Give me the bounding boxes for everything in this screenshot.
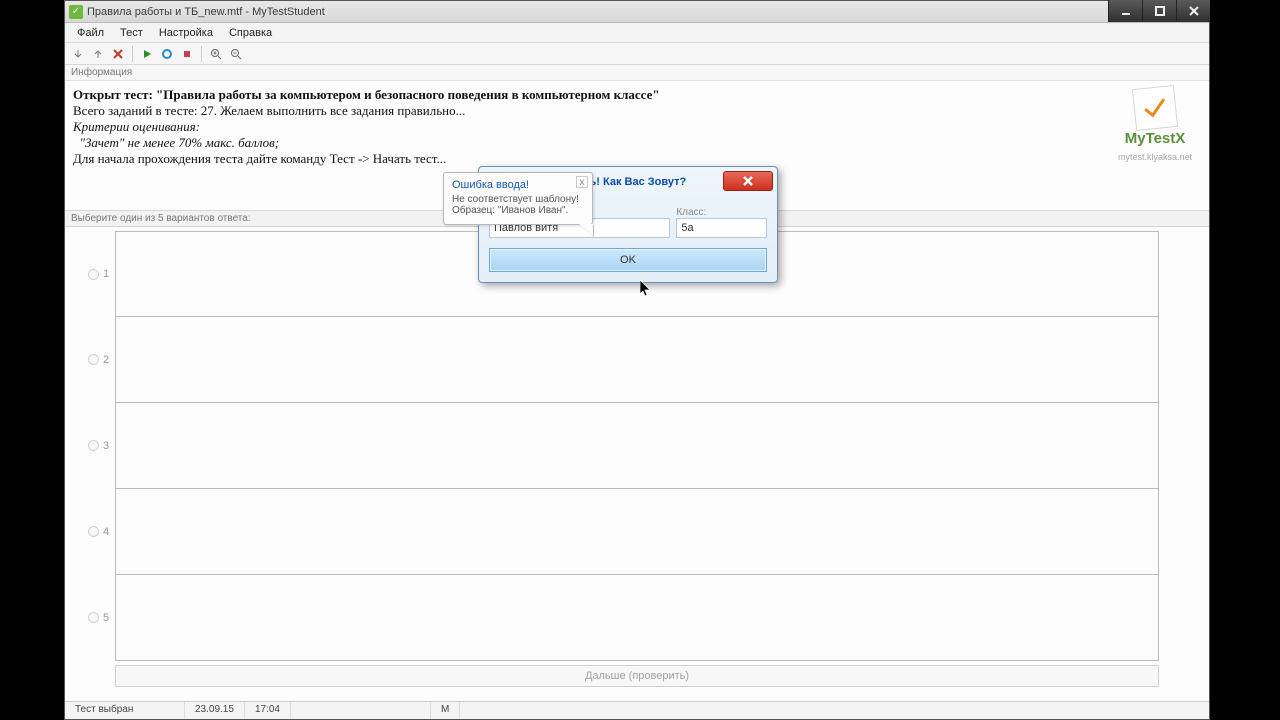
test-count-line: Всего заданий в тесте: 27. Желаем выполн… — [73, 103, 1201, 119]
class-label: Класс: — [676, 207, 767, 218]
maximize-button[interactable] — [1142, 0, 1176, 22]
answer-option[interactable]: 2 — [115, 317, 1159, 403]
criteria-label: Критерии оценивания: — [73, 119, 1201, 135]
answer-option[interactable]: 3 — [115, 403, 1159, 489]
answer-radio[interactable]: 4 — [88, 526, 109, 538]
answer-option[interactable]: 5 — [115, 575, 1159, 661]
status-empty2 — [460, 702, 1209, 719]
toolbar-separator — [201, 46, 202, 62]
logo-text: MyTestX — [1107, 131, 1203, 147]
toolbar-separator — [132, 46, 133, 62]
tooltip-close-button[interactable]: x — [576, 176, 588, 188]
answer-number: 3 — [103, 440, 109, 452]
toolbar — [65, 43, 1209, 65]
info-tab: Информация — [65, 65, 1209, 81]
tooltip-line1: Не соответствует шаблону! — [452, 194, 584, 205]
answer-radio[interactable]: 2 — [88, 354, 109, 366]
window-controls — [1108, 0, 1210, 22]
answer-number: 1 — [103, 268, 109, 280]
menu-settings[interactable]: Настройка — [151, 25, 221, 41]
answer-prompt: Выберите один из 5 вариантов ответа: — [71, 213, 251, 224]
answers-list: 1 2 3 4 5 — [65, 231, 1209, 661]
test-title: Открыт тест: "Правила работы за компьюте… — [73, 87, 1201, 103]
answer-radio[interactable]: 3 — [88, 440, 109, 452]
status-state: Тест выбран — [65, 702, 185, 719]
answer-radio[interactable]: 1 — [88, 268, 109, 280]
toolbar-zoom-in-icon[interactable] — [207, 45, 225, 63]
toolbar-up-icon[interactable] — [89, 45, 107, 63]
tooltip-line2: Образец: "Иванов Иван". — [452, 205, 584, 216]
info-tab-label: Информация — [71, 67, 132, 78]
toolbar-record-icon[interactable] — [158, 45, 176, 63]
toolbar-delete-icon[interactable] — [109, 45, 127, 63]
start-hint: Для начала прохождения теста дайте коман… — [73, 151, 1201, 167]
logo-sub: mytest.klyaksa.net — [1107, 149, 1203, 165]
class-input[interactable] — [676, 218, 767, 238]
dialog-ok-button[interactable]: OK — [489, 248, 767, 272]
status-mode: M — [431, 702, 460, 719]
close-button[interactable] — [1176, 0, 1210, 22]
minimize-button[interactable] — [1108, 0, 1142, 22]
app-window: ✓ Правила работы и ТБ_new.mtf - MyTestSt… — [64, 0, 1210, 720]
app-icon: ✓ — [69, 5, 83, 19]
menu-help[interactable]: Справка — [221, 25, 280, 41]
statusbar: Тест выбран 23.09.15 17:04 M — [65, 701, 1209, 719]
menu-test[interactable]: Тест — [112, 25, 151, 41]
dialog-ok-label: OK — [620, 254, 636, 266]
answer-number: 5 — [103, 612, 109, 624]
answer-radio[interactable]: 5 — [88, 612, 109, 624]
status-empty1 — [291, 702, 431, 719]
toolbar-play-icon[interactable] — [138, 45, 156, 63]
error-tooltip: x Ошибка ввода! Не соответствует шаблону… — [443, 172, 593, 225]
titlebar: ✓ Правила работы и ТБ_new.mtf - MyTestSt… — [65, 1, 1209, 23]
toolbar-zoom-out-icon[interactable] — [227, 45, 245, 63]
criteria-line: "Зачет" не менее 70% макс. баллов; — [73, 135, 1201, 151]
status-date: 23.09.15 — [185, 702, 245, 719]
window-title: Правила работы и ТБ_new.mtf - MyTestStud… — [87, 6, 325, 18]
answer-option[interactable]: 4 — [115, 489, 1159, 575]
menu-file[interactable]: Файл — [69, 25, 112, 41]
dialog-close-button[interactable] — [723, 171, 773, 191]
toolbar-down-icon[interactable] — [69, 45, 87, 63]
menubar: Файл Тест Настройка Справка — [65, 23, 1209, 43]
answer-number: 4 — [103, 526, 109, 538]
toolbar-stop-icon[interactable] — [178, 45, 196, 63]
status-time: 17:04 — [245, 702, 291, 719]
tooltip-title: Ошибка ввода! — [452, 179, 584, 191]
next-button[interactable]: Дальше (проверить) — [115, 665, 1159, 687]
next-button-label: Дальше (проверить) — [585, 670, 689, 682]
answer-number: 2 — [103, 354, 109, 366]
app-logo: MyTestX mytest.klyaksa.net — [1107, 87, 1203, 165]
logo-checkmark-icon — [1132, 85, 1178, 131]
